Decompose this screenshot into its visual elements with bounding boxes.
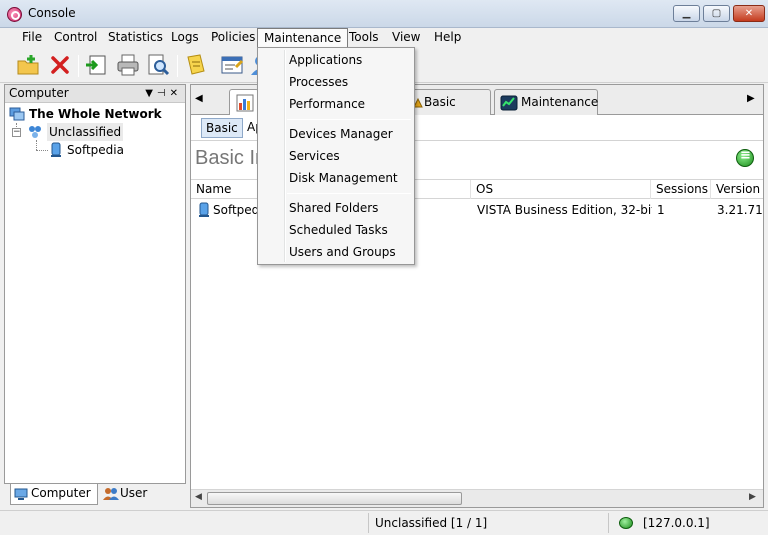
- title-bar: Console ▁ ▢ ✕: [0, 0, 768, 28]
- group-icon: [29, 126, 41, 138]
- menu-item-devices-manager[interactable]: Devices Manager: [260, 123, 412, 145]
- import-icon[interactable]: [84, 53, 108, 77]
- computer-tab-icon: [14, 488, 28, 500]
- scroll-right-icon[interactable]: ▶: [749, 492, 756, 502]
- note-icon[interactable]: [184, 53, 208, 77]
- menu-bar: File Control Statistics Logs Policies Ma…: [0, 28, 768, 48]
- pin-icon[interactable]: ⊣: [157, 88, 170, 99]
- column-header-os[interactable]: OS: [471, 180, 651, 199]
- tree-line: [36, 150, 48, 151]
- column-header-version[interactable]: Version: [711, 180, 763, 199]
- users-icon: [103, 488, 119, 500]
- menu-item-users-and-groups[interactable]: Users and Groups: [260, 241, 412, 263]
- menu-separator: [287, 193, 411, 194]
- maintenance-icon: [500, 95, 518, 111]
- panel-title: Computer: [9, 86, 69, 100]
- tab-statistics[interactable]: [229, 89, 259, 116]
- menu-item-applications[interactable]: Applications: [260, 49, 412, 71]
- tab-user-label: User: [120, 486, 148, 500]
- window-title: Console: [28, 6, 76, 20]
- options-button[interactable]: [736, 148, 754, 167]
- tab-computer-label: Computer: [31, 486, 91, 500]
- panel-dropdown-icon[interactable]: ▼: [145, 88, 157, 99]
- status-bar: Unclassified [1 / 1] [127.0.0.1]: [0, 510, 768, 535]
- menu-statistics[interactable]: Statistics: [102, 28, 169, 48]
- menu-item-shared-folders[interactable]: Shared Folders: [260, 197, 412, 219]
- cell-os: VISTA Business Edition, 32-bit: [477, 203, 652, 217]
- tab-computer[interactable]: Computer: [10, 484, 98, 505]
- computer-panel-header: Computer ▼⊣✕: [5, 85, 185, 103]
- status-address: [127.0.0.1]: [643, 516, 710, 530]
- computer-panel: Computer ▼⊣✕ The Whole Network − Unclass…: [4, 84, 186, 484]
- tree-item-softpedia[interactable]: Softpedia: [67, 141, 124, 159]
- menu-item-performance[interactable]: Performance: [260, 93, 412, 115]
- network-icon: [9, 107, 25, 121]
- connection-status-icon: [619, 517, 633, 529]
- menu-help[interactable]: Help: [428, 28, 467, 48]
- panel-controls: ▼⊣✕: [145, 85, 182, 102]
- properties-icon[interactable]: [220, 53, 244, 77]
- print-preview-icon[interactable]: [146, 53, 170, 77]
- menu-separator: [287, 119, 411, 120]
- panel-switch-tabs: Computer User: [4, 484, 186, 506]
- menu-policies[interactable]: Policies: [205, 28, 261, 48]
- tree-item-whole-network[interactable]: The Whole Network: [29, 105, 162, 123]
- menu-maintenance[interactable]: Maintenance: [257, 28, 349, 48]
- column-header-sessions[interactable]: Sessions: [651, 180, 711, 199]
- panel-close-icon[interactable]: ✕: [170, 88, 182, 99]
- tab-maintenance-label: Maintenance: [521, 95, 599, 109]
- collapse-expander[interactable]: −: [12, 128, 21, 137]
- tree-item-unclassified[interactable]: Unclassified: [47, 123, 124, 141]
- cell-version: 3.21.712: [717, 203, 763, 217]
- tab-user[interactable]: User: [100, 484, 160, 505]
- bar-chart-icon: [236, 94, 254, 112]
- tree-line: [36, 140, 37, 150]
- scrollbar-thumb[interactable]: [207, 492, 462, 505]
- maintenance-menu: Applications Processes Performance Devic…: [257, 47, 415, 265]
- section-title: Basic In: [195, 147, 267, 169]
- status-connection: [127.0.0.1]: [608, 513, 764, 533]
- print-icon[interactable]: [116, 53, 140, 77]
- menu-item-disk-management[interactable]: Disk Management: [260, 167, 412, 189]
- menu-tools[interactable]: Tools: [343, 28, 385, 48]
- menu-logs[interactable]: Logs: [165, 28, 205, 48]
- menu-file[interactable]: File: [16, 28, 48, 48]
- maximize-button[interactable]: ▢: [703, 5, 730, 22]
- menu-item-processes[interactable]: Processes: [260, 71, 412, 93]
- menu-view[interactable]: View: [386, 28, 426, 48]
- close-button[interactable]: ✕: [733, 5, 765, 22]
- menu-control[interactable]: Control: [48, 28, 103, 48]
- computer-icon: [51, 142, 61, 157]
- horizontal-scrollbar[interactable]: ◀ ▶: [191, 489, 763, 507]
- tab-maintenance[interactable]: Maintenance: [494, 89, 598, 115]
- toolbar-separator: [177, 55, 178, 77]
- tab-scroll-right-icon[interactable]: ▶: [747, 93, 755, 104]
- scroll-left-icon[interactable]: ◀: [195, 492, 202, 502]
- menu-item-services[interactable]: Services: [260, 145, 412, 167]
- new-folder-icon[interactable]: [16, 53, 40, 77]
- toolbar-separator: [78, 55, 79, 77]
- cell-sessions: 1: [657, 203, 665, 217]
- delete-icon[interactable]: [48, 53, 72, 77]
- subtab-basic[interactable]: Basic: [201, 118, 243, 138]
- status-scope: Unclassified [1 / 1]: [368, 513, 608, 533]
- menu-item-scheduled-tasks[interactable]: Scheduled Tasks: [260, 219, 412, 241]
- tab-scroll-left-icon[interactable]: ◀: [195, 93, 203, 104]
- app-icon: [7, 7, 22, 22]
- minimize-button[interactable]: ▁: [673, 5, 700, 22]
